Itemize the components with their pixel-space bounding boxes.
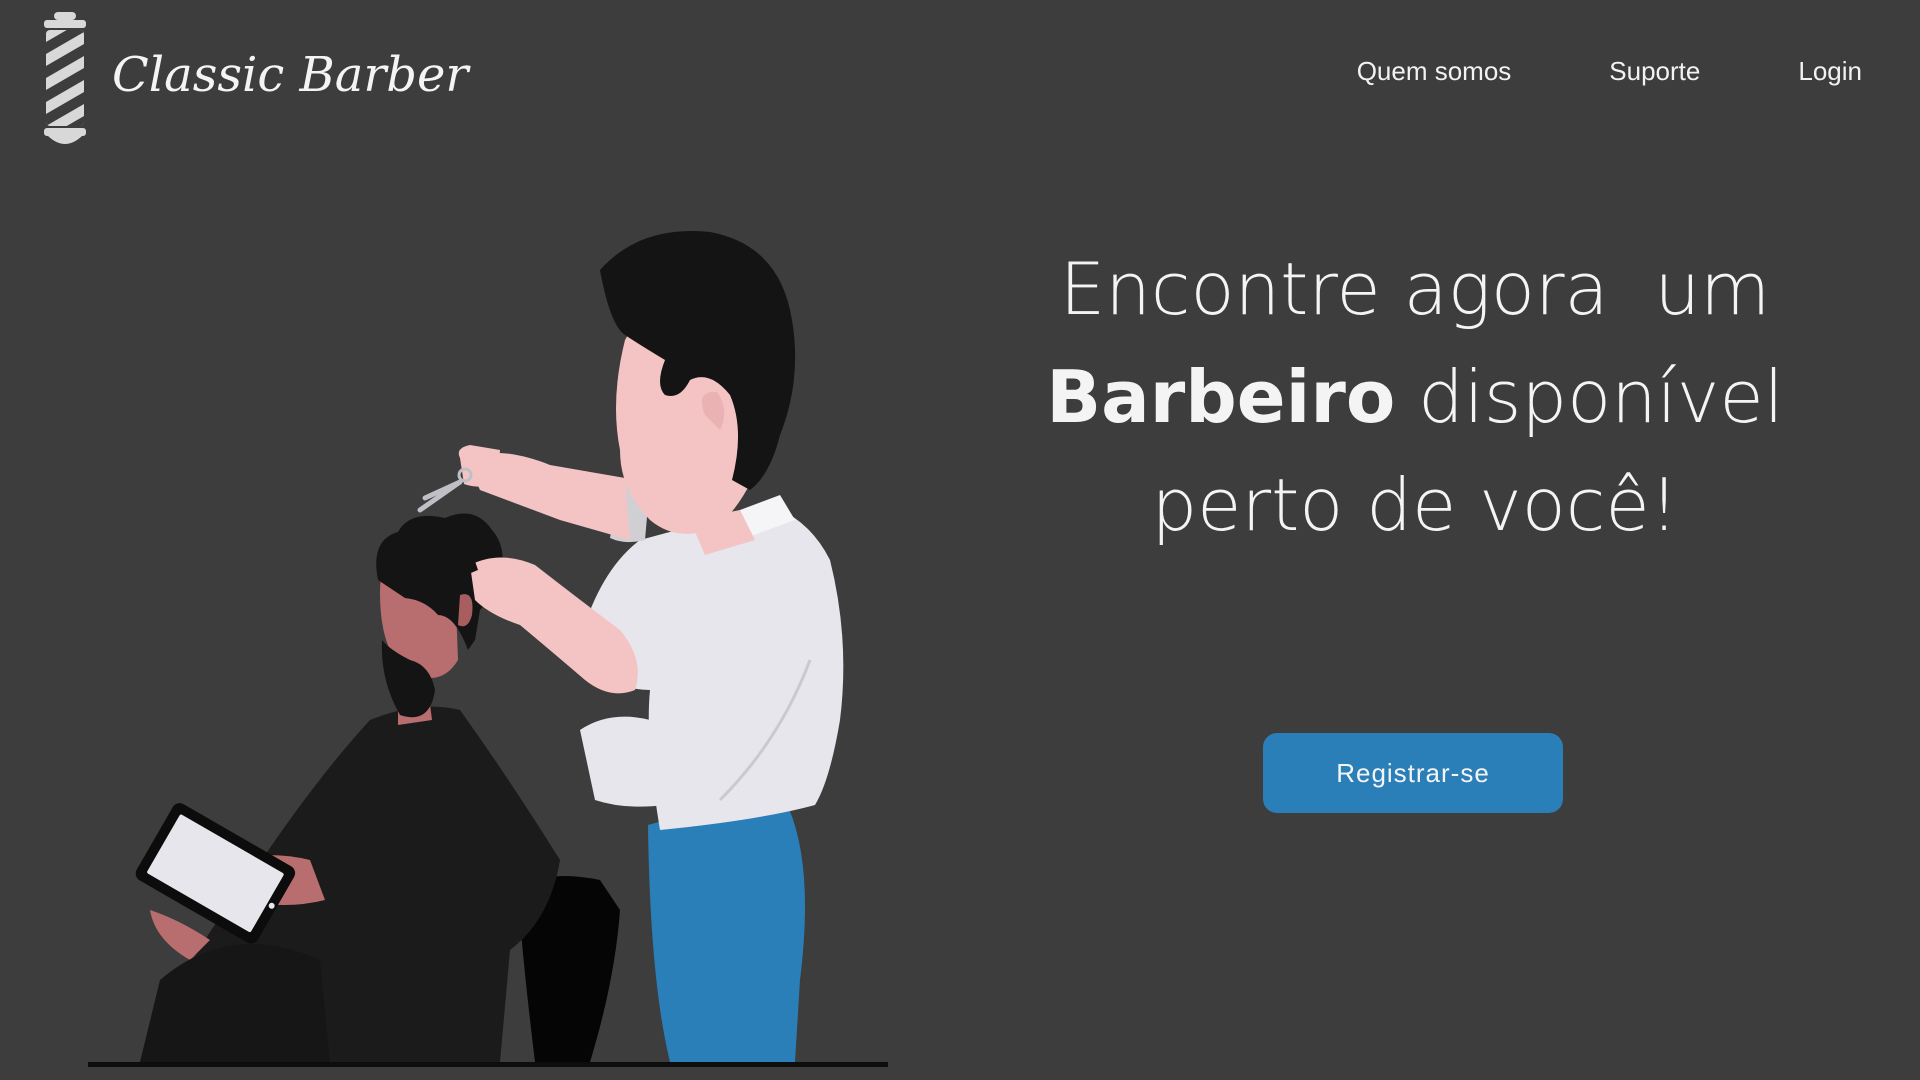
register-button[interactable]: Registrar-se (1263, 733, 1563, 813)
nav-login[interactable]: Login (1798, 56, 1862, 87)
hero-highlight-barbeiro: Barbeiro (1046, 355, 1396, 439)
hero-heading: Encontre agora um Barbeiro disponível pe… (1010, 235, 1820, 559)
barber-pole-icon (44, 12, 86, 144)
nav-quem-somos[interactable]: Quem somos (1357, 56, 1512, 87)
hero-line-2-rest: disponível (1395, 355, 1784, 439)
brand-name: Classic Barber (112, 47, 469, 103)
hero-line-1: Encontre agora um (1059, 247, 1771, 331)
hero-line-2: Barbeiro disponível (1010, 343, 1820, 451)
barber-cutting-hair-illustration (88, 231, 888, 1067)
main-nav: Quem somos Suporte Login (1357, 56, 1862, 87)
hero-line-3: perto de você! (1151, 463, 1679, 547)
nav-suporte[interactable]: Suporte (1609, 56, 1700, 87)
logo[interactable]: Classic Barber (40, 12, 468, 146)
header: Classic Barber Quem somos Suporte Login (0, 0, 1920, 160)
